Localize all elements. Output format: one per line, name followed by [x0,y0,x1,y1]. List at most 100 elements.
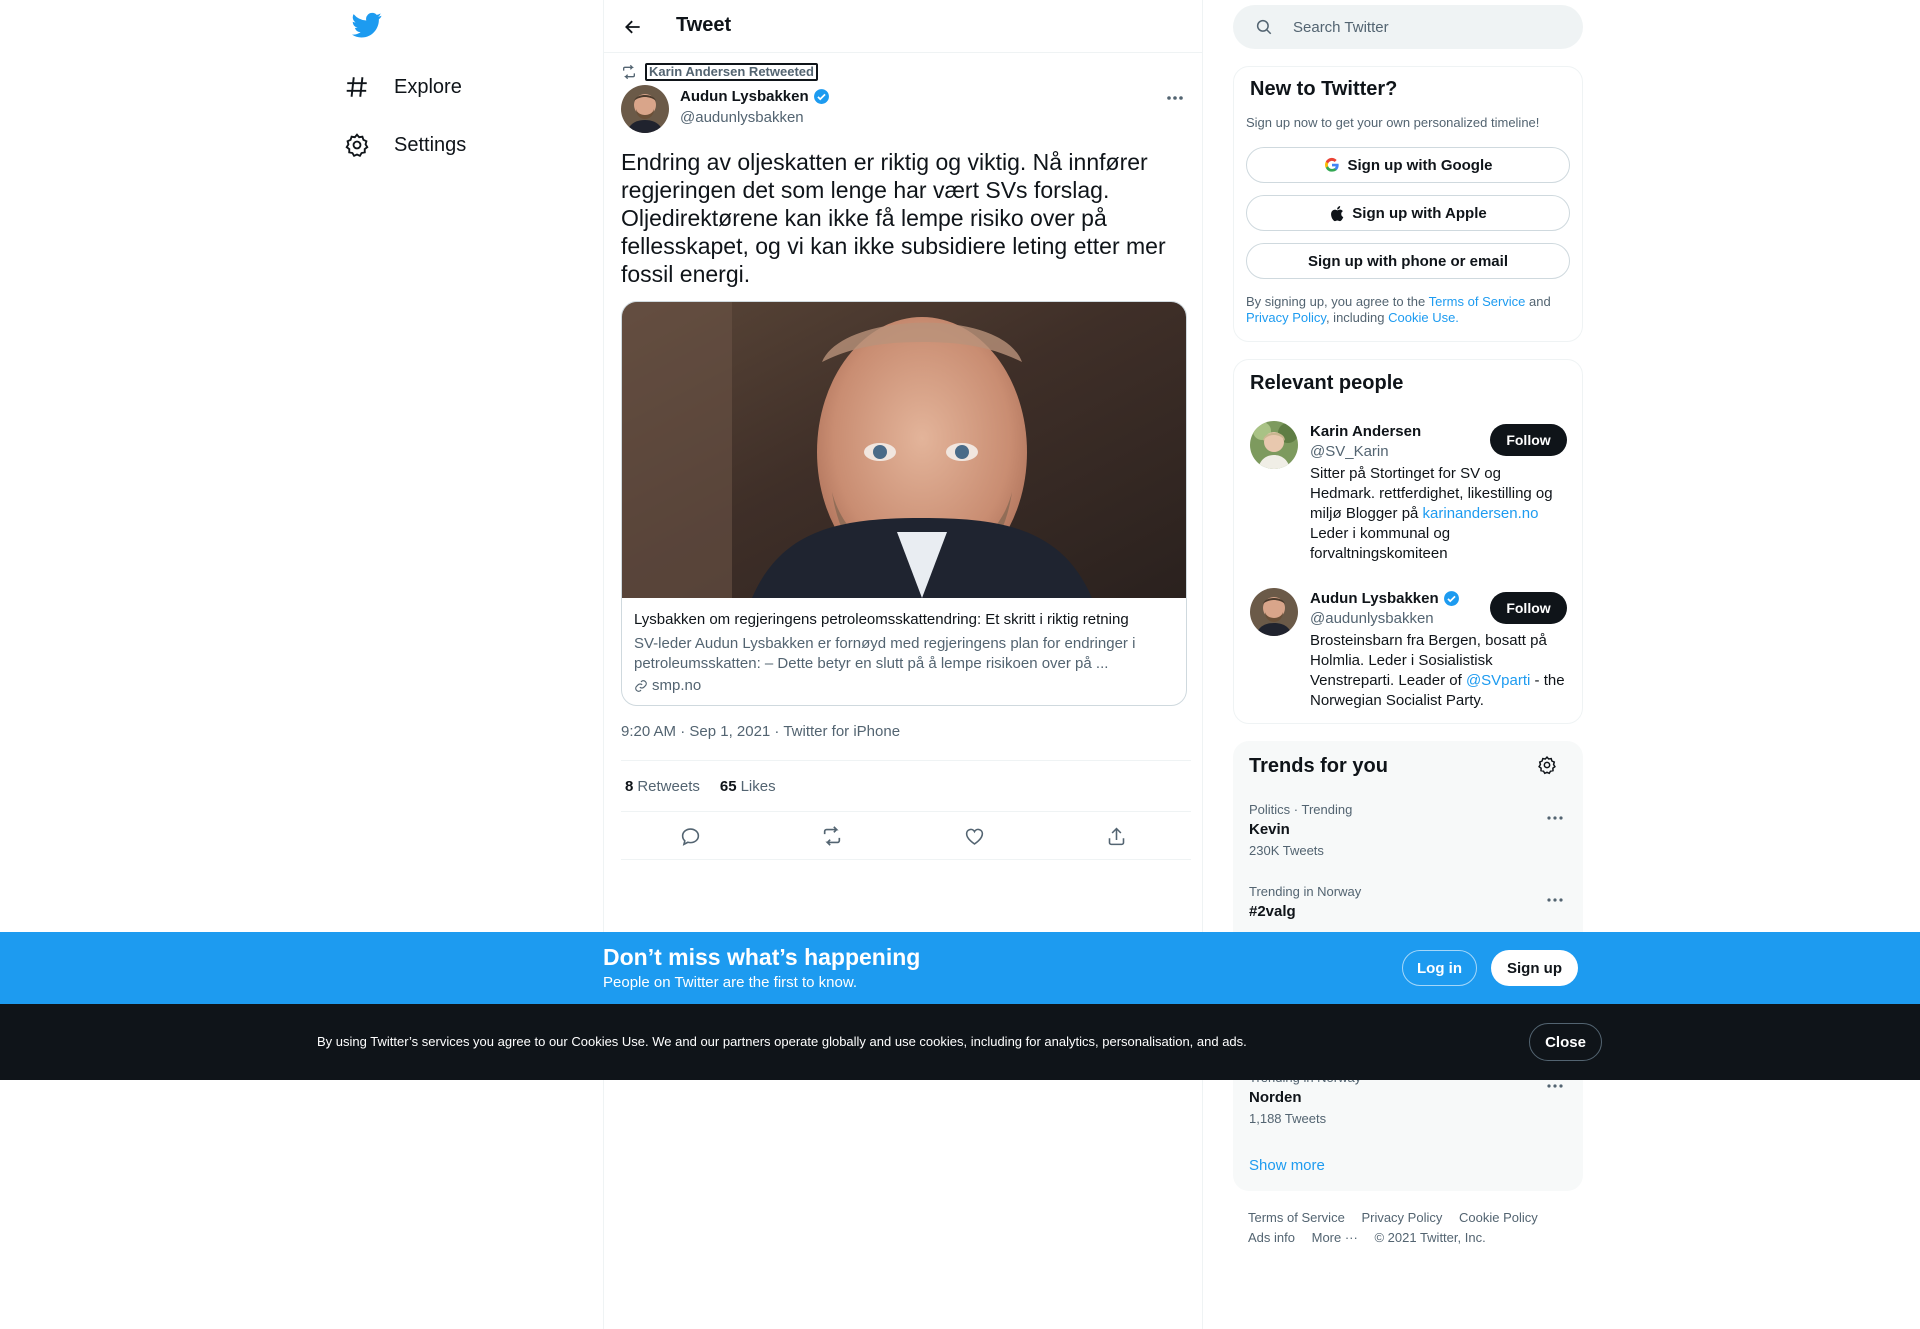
signup-legal-text: By signing up, you agree to the Terms of… [1246,294,1566,326]
tweet-timestamp[interactable]: 9:20 AM · Sep 1, 2021 · Twitter for iPho… [621,723,900,740]
new-to-twitter-subtitle: Sign up now to get your own personalized… [1246,115,1540,130]
retweet-context: Karin Andersen Retweeted [621,63,818,81]
show-more-link[interactable]: Show more [1249,1157,1325,1174]
person-name-text: Karin Andersen [1310,423,1422,440]
back-arrow-icon[interactable] [618,12,648,42]
tweet-author-name[interactable]: Audun Lysbakken [680,88,830,105]
new-to-twitter-title: New to Twitter? [1250,78,1398,100]
avatar[interactable] [1250,588,1298,636]
verified-badge-icon [813,88,830,105]
footer-terms-link[interactable]: Terms of Service [1248,1210,1345,1225]
trend-count: 230K Tweets [1249,843,1324,858]
banner-subtitle: People on Twitter are the first to know. [603,974,858,991]
more-options-icon[interactable] [1543,811,1567,825]
nav-explore-label: Explore [394,75,462,98]
close-button[interactable]: Close [1529,1023,1602,1061]
person-name[interactable]: Audun Lysbakken [1310,590,1460,607]
nav-explore[interactable]: Explore [342,63,462,111]
tweet-author-handle[interactable]: @audunlysbakken [680,109,804,126]
footer-privacy-link[interactable]: Privacy Policy [1361,1210,1442,1225]
more-options-icon[interactable] [1160,88,1190,108]
signup-phone-email-button[interactable]: Sign up with phone or email [1246,243,1570,279]
signup-phone-label: Sign up with phone or email [1307,252,1508,270]
more-options-icon[interactable] [1543,1079,1567,1093]
search-box[interactable] [1233,5,1583,49]
link-card[interactable]: Lysbakken om regjeringens petroleomsskat… [621,301,1187,706]
retweet-action-icon[interactable] [820,824,844,848]
twitter-logo-icon[interactable] [352,10,388,46]
trend-meta: Trending in Norway [1249,884,1362,899]
likes-stat[interactable]: 65 Likes [720,778,776,795]
likes-count: 65 [719,777,737,795]
apple-icon [1329,205,1344,222]
banner-title: Don’t miss what’s happening [603,944,921,970]
hashtag-icon [342,72,372,102]
person-name[interactable]: Karin Andersen [1310,423,1421,440]
footer-ads-info-link[interactable]: Ads info [1248,1230,1295,1245]
signup-google-button[interactable]: Sign up with Google [1246,147,1570,183]
verified-badge-icon [1443,590,1460,607]
retweet-icon [621,64,637,80]
card-domain-text: smp.no [652,677,702,694]
footer-more-link[interactable]: More ··· [1312,1230,1358,1245]
login-button[interactable]: Log in [1402,950,1477,986]
reply-icon[interactable] [678,824,702,848]
card-title: Lysbakken om regjeringens petroleomsskat… [634,611,1129,628]
trends-title: Trends for you [1249,755,1388,777]
cookie-banner: By using Twitter’s services you agree to… [0,1004,1920,1080]
signup-apple-label: Sign up with Apple [1352,204,1487,222]
trend-name[interactable]: #2valg [1249,903,1296,920]
avatar[interactable] [621,85,669,133]
trend-meta: Politics · Trending [1249,802,1353,817]
signup-banner: Don’t miss what’s happening People on Tw… [0,932,1920,1004]
search-icon [1255,18,1273,36]
follow-button[interactable]: Follow [1490,424,1567,456]
likes-label: Likes [740,777,776,795]
signup-button[interactable]: Sign up [1491,950,1578,986]
card-description: SV-leder Audun Lysbakken er fornøyd med … [634,635,1136,672]
retweets-label: Retweets [637,777,700,795]
retweeted-by-link[interactable]: Karin Andersen Retweeted [645,63,818,81]
footer-links: Terms of Service Privacy Policy Cookie P… [1248,1208,1568,1248]
gear-icon [342,130,372,160]
person-bio: Sitter på Stortinget for SV og Hedmark. … [1310,464,1570,564]
new-to-twitter-panel: New to Twitter? Sign up now to get your … [1233,66,1583,342]
cookie-notice-text: By using Twitter’s services you agree to… [317,1034,1247,1049]
like-heart-icon[interactable] [962,824,986,848]
more-options-icon[interactable] [1543,893,1567,907]
search-input[interactable] [1291,17,1551,37]
signup-apple-button[interactable]: Sign up with Apple [1246,195,1570,231]
signup-google-label: Sign up with Google [1347,156,1493,174]
share-icon[interactable] [1104,824,1128,848]
bio-link[interactable]: karinandersen.no [1423,505,1539,522]
relevant-people-title: Relevant people [1250,372,1404,394]
privacy-link[interactable]: Privacy Policy [1246,310,1326,325]
trend-name[interactable]: Norden [1249,1089,1302,1106]
legal-and: and [1525,294,1551,309]
bio-text-end: Leder i kommunal og forvaltningskomiteen [1310,525,1451,562]
nav-settings[interactable]: Settings [342,121,466,169]
trend-name[interactable]: Kevin [1249,821,1290,838]
main-header: Tweet [604,0,1203,53]
person-bio: Brosteinsbarn fra Bergen, bosatt på Holm… [1310,631,1570,711]
footer-cookie-link[interactable]: Cookie Policy [1459,1210,1538,1225]
legal-including: , including [1325,310,1389,325]
tweet-actions [621,812,1191,860]
gear-icon[interactable] [1537,755,1559,777]
follow-button[interactable]: Follow [1490,592,1567,624]
retweets-stat[interactable]: 8 Retweets [625,778,700,795]
bio-link[interactable]: @SVparti [1466,672,1530,689]
link-icon [634,679,648,693]
person-handle[interactable]: @audunlysbakken [1310,610,1434,627]
footer-copyright: © 2021 Twitter, Inc. [1374,1230,1486,1245]
tweet-stats: 8 Retweets 65 Likes [621,760,1191,812]
avatar[interactable] [1250,421,1298,469]
trend-count: 1,188 Tweets [1249,1111,1327,1126]
relevant-people-panel: Relevant people Karin Andersen @SV_Karin… [1233,359,1583,724]
terms-link[interactable]: Terms of Service [1429,294,1526,309]
page-title: Tweet [676,14,732,36]
nav-settings-label: Settings [394,133,467,156]
card-image [622,302,1186,598]
cookie-use-link[interactable]: Cookie Use. [1388,310,1459,325]
person-handle[interactable]: @SV_Karin [1310,443,1389,460]
